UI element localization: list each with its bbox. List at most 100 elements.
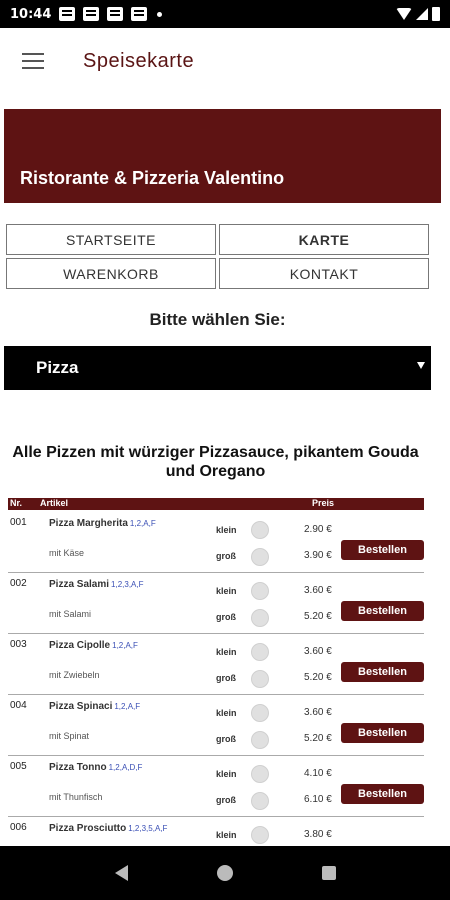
table-row: 004 Pizza Spinaci 1,2,A,F mit Spinat klein 3.…	[8, 695, 424, 756]
nav-startseite-button[interactable]: STARTSEITE	[6, 224, 216, 255]
dropdown-arrow-icon	[417, 362, 425, 369]
order-button[interactable]: Bestellen	[341, 723, 424, 743]
status-bar: 10:44	[0, 0, 450, 28]
status-time: 10:44	[10, 6, 52, 22]
price-large: 3.90 €	[304, 550, 332, 561]
item-description: mit Spinat	[49, 731, 90, 741]
menu-table: 001 Pizza Margherita 1,2,A,F mit Käse klein 2…	[8, 512, 424, 878]
item-additives: 1,2,A,F	[129, 519, 156, 528]
message-notification-icon	[83, 7, 100, 21]
size-small-radio[interactable]	[251, 643, 269, 661]
price-large: 5.20 €	[304, 733, 332, 744]
size-large-label: groß	[216, 795, 236, 805]
table-row: 001 Pizza Margherita 1,2,A,F mit Käse klein 2…	[8, 512, 424, 573]
item-number: 005	[10, 761, 27, 772]
table-row: 002 Pizza Salami 1,2,3,A,F mit Salami klein 3…	[8, 573, 424, 634]
item-additives: 1,2,3,A,F	[111, 580, 144, 589]
header-artikel: Artikel	[40, 498, 69, 508]
price-small: 3.60 €	[304, 707, 332, 718]
table-row: 005 Pizza Tonno 1,2,A,D,F mit Thunfisch klei…	[8, 756, 424, 817]
size-large-radio[interactable]	[251, 670, 269, 688]
header-nr: Nr.	[10, 498, 23, 508]
item-additives: 1,2,A,F	[114, 702, 141, 711]
back-icon[interactable]	[114, 865, 128, 881]
size-small-radio[interactable]	[251, 521, 269, 539]
choose-label: Bitte wählen Sie:	[149, 310, 286, 329]
size-large-label: groß	[216, 734, 236, 744]
item-description: mit Salami	[49, 609, 92, 619]
item-description: mit Thunfisch	[49, 792, 103, 802]
item-name: Pizza Prosciutto 1,2,3,5,A,F	[49, 823, 167, 834]
signal-icon	[416, 8, 428, 20]
message-notification-icon	[107, 7, 124, 21]
wifi-icon	[396, 8, 412, 20]
more-notifications-icon	[157, 11, 163, 17]
menu-icon[interactable]	[22, 53, 44, 69]
item-name: Pizza Cipolle 1,2,A,F	[49, 640, 138, 651]
size-large-radio[interactable]	[251, 731, 269, 749]
app-bar: Speisekarte	[0, 28, 450, 94]
item-name-text: Pizza Salami	[49, 579, 110, 590]
category-select[interactable]: Pizza	[4, 346, 431, 390]
item-number: 002	[10, 578, 27, 589]
item-additives: 1,2,A,F	[112, 641, 138, 650]
size-small-radio[interactable]	[251, 582, 269, 600]
system-nav-bar	[0, 846, 450, 900]
size-small-label: klein	[216, 708, 237, 718]
item-description: mit Käse	[49, 548, 85, 558]
price-small: 2.90 €	[304, 524, 332, 535]
message-notification-icon	[131, 7, 148, 21]
item-description: mit Zwiebeln	[49, 670, 100, 680]
price-large: 5.20 €	[304, 672, 332, 683]
size-small-label: klein	[216, 647, 237, 657]
section-heading: Alle Pizzen mit würziger Pizzasauce, pik…	[12, 444, 419, 480]
nav-kontakt-button[interactable]: KONTAKT	[219, 258, 429, 289]
size-small-label: klein	[216, 586, 237, 596]
item-name-text: Pizza Margherita	[49, 518, 128, 529]
order-button[interactable]: Bestellen	[341, 540, 424, 560]
category-select-value: Pizza	[36, 358, 79, 377]
size-large-radio[interactable]	[251, 548, 269, 566]
price-small: 3.80 €	[304, 829, 332, 840]
price-small: 3.60 €	[304, 646, 332, 657]
item-number: 006	[10, 822, 27, 833]
restaurant-name: Ristorante & Pizzeria Valentino	[20, 168, 285, 188]
size-large-radio[interactable]	[251, 792, 269, 810]
item-number: 001	[10, 517, 27, 528]
item-name-text: Pizza Spinaci	[49, 701, 113, 712]
size-small-radio[interactable]	[251, 826, 269, 844]
item-number: 004	[10, 700, 27, 711]
size-large-label: groß	[216, 673, 236, 683]
order-button[interactable]: Bestellen	[341, 601, 424, 621]
header-preis: Preis	[312, 498, 335, 508]
gallery-notification-icon	[59, 7, 76, 21]
table-row: 003 Pizza Cipolle 1,2,A,F mit Zwiebeln klein…	[8, 634, 424, 695]
nav-karte-button[interactable]: KARTE	[219, 224, 429, 255]
nav-warenkorb-button[interactable]: WARENKORB	[6, 258, 216, 289]
size-small-label: klein	[216, 769, 237, 779]
item-name: Pizza Spinaci 1,2,A,F	[49, 701, 140, 712]
size-small-radio[interactable]	[251, 765, 269, 783]
size-large-radio[interactable]	[251, 609, 269, 627]
main-nav: STARTSEITE KARTE WARENKORB KONTAKT	[6, 224, 430, 289]
item-additives: 1,2,A,D,F	[108, 763, 143, 772]
battery-icon	[432, 7, 440, 21]
item-name-text: Pizza Prosciutto	[49, 823, 127, 834]
table-header: Nr. Artikel Preis	[8, 498, 424, 510]
price-large: 6.10 €	[304, 794, 332, 805]
item-number: 003	[10, 639, 27, 650]
recents-icon[interactable]	[321, 866, 336, 880]
price-small: 3.60 €	[304, 585, 332, 596]
order-button[interactable]: Bestellen	[341, 662, 424, 682]
item-name: Pizza Salami 1,2,3,A,F	[49, 579, 144, 590]
home-icon[interactable]	[216, 865, 233, 881]
page-title: Speisekarte	[83, 49, 195, 72]
order-button[interactable]: Bestellen	[341, 784, 424, 804]
size-small-radio[interactable]	[251, 704, 269, 722]
item-name-text: Pizza Tonno	[49, 762, 107, 773]
item-name-text: Pizza Cipolle	[49, 640, 111, 651]
item-name: Pizza Margherita 1,2,A,F	[49, 518, 156, 529]
size-large-label: groß	[216, 612, 236, 622]
size-small-label: klein	[216, 525, 237, 535]
price-large: 5.20 €	[304, 611, 332, 622]
